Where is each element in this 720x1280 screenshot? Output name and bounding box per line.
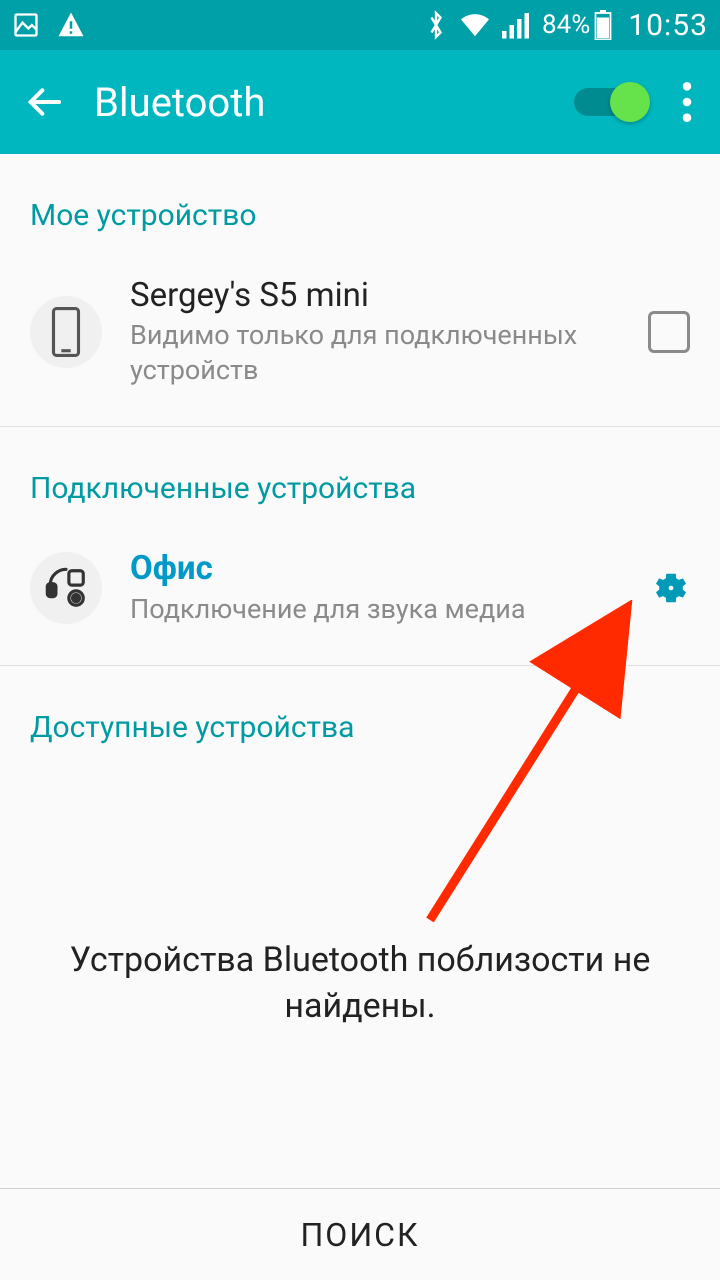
paired-device-name: Офис — [130, 548, 640, 589]
my-device-name: Sergey's S5 mini — [130, 275, 636, 316]
headset-icon — [30, 552, 102, 624]
my-device-row[interactable]: Sergey's S5 mini Видимо только для подкл… — [0, 255, 720, 408]
visibility-checkbox[interactable] — [648, 311, 690, 353]
status-bar: 84% 10:53 — [0, 0, 720, 50]
bluetooth-toggle[interactable] — [574, 88, 644, 116]
warning-icon — [56, 10, 86, 40]
empty-state-message: Устройства Bluetooth поблизости не найде… — [0, 938, 720, 1030]
device-settings-button[interactable] — [652, 569, 690, 607]
section-header-my-device: Мое устройство — [0, 154, 720, 255]
signal-icon — [502, 11, 532, 39]
back-button[interactable] — [24, 82, 64, 122]
section-header-available: Доступные устройства — [0, 666, 720, 767]
wifi-icon — [458, 11, 492, 39]
more-button[interactable] — [674, 82, 700, 122]
search-label: ПОИСК — [300, 1216, 419, 1254]
battery-percentage: 84% — [542, 10, 590, 40]
app-bar: Bluetooth — [0, 50, 720, 154]
page-title: Bluetooth — [94, 79, 574, 126]
phone-icon — [30, 296, 102, 368]
paired-device-sub: Подключение для звука медиа — [130, 592, 640, 627]
my-device-sub: Видимо только для подключенных устройств — [130, 318, 636, 388]
image-icon — [12, 11, 40, 39]
bluetooth-icon — [424, 10, 448, 40]
battery-icon — [594, 10, 612, 40]
paired-device-row[interactable]: Офис Подключение для звука медиа — [0, 528, 720, 646]
section-header-paired: Подключенные устройства — [0, 427, 720, 528]
clock: 10:53 — [628, 8, 708, 43]
search-button[interactable]: ПОИСК — [0, 1188, 720, 1280]
